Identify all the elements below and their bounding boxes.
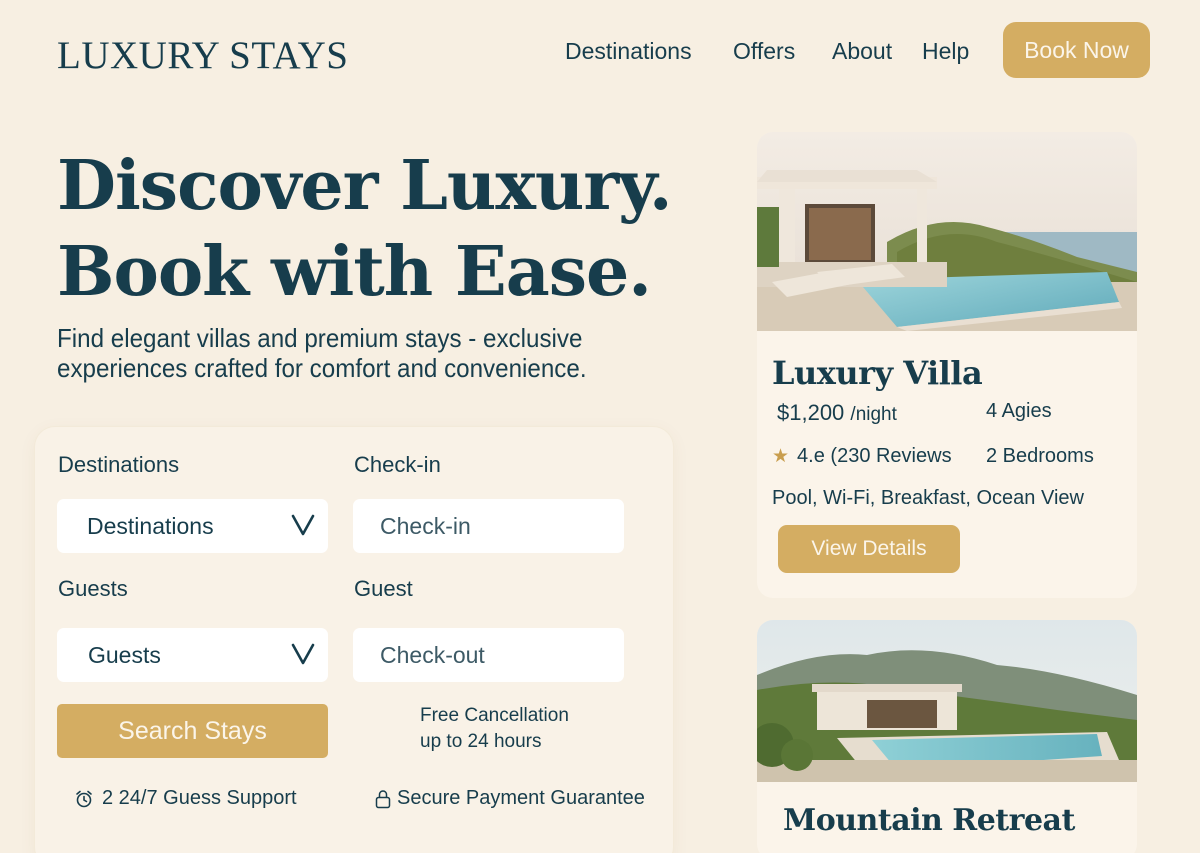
support-feature: 2 24/7 Guess Support bbox=[74, 787, 297, 810]
checkin-placeholder: Check-in bbox=[380, 512, 471, 539]
alarm-clock-icon bbox=[76, 790, 92, 807]
view-details-button[interactable]: View Details bbox=[778, 525, 960, 573]
checkin-input[interactable]: Check-in bbox=[353, 499, 624, 553]
lock-icon bbox=[375, 789, 391, 808]
mountain-retreat-image bbox=[757, 620, 1137, 782]
card-bedrooms: 2 Bedrooms bbox=[986, 445, 1094, 467]
checkout-placeholder: Check-out bbox=[380, 641, 485, 668]
checkout-input[interactable]: Check-out bbox=[353, 628, 624, 682]
checkin-label: Check-in bbox=[354, 452, 441, 477]
card-rating: ★ 4.e (230 Reviews bbox=[772, 445, 952, 468]
hero-subtitle-line-2: experiences crafted for comfort and conv… bbox=[57, 353, 587, 383]
card-price: $1,200 /night bbox=[777, 400, 897, 426]
villa-image bbox=[757, 132, 1137, 331]
hero-title-line-2: Book with Ease. bbox=[57, 232, 652, 312]
secure-payment-feature: Secure Payment Guarantee bbox=[374, 787, 645, 810]
hero-subtitle-line-1: Find elegant villas and premium stays - … bbox=[57, 323, 583, 353]
chevron-down-icon bbox=[291, 514, 315, 536]
guest-label: Guest bbox=[354, 576, 413, 601]
card-guests: 4 Agies bbox=[986, 400, 1052, 422]
free-cancellation-line-1: Free Cancellation bbox=[420, 705, 569, 726]
chevron-down-icon bbox=[291, 643, 315, 665]
search-stays-button[interactable]: Search Stays bbox=[57, 704, 328, 758]
star-icon: ★ bbox=[772, 446, 790, 467]
guests-select-value: Guests bbox=[88, 641, 161, 668]
free-cancellation-line-2: up to 24 hours bbox=[420, 731, 542, 752]
hero-title-line-1: Discover Luxury. bbox=[57, 146, 673, 226]
site-logo[interactable]: LUXURY STAYS bbox=[57, 33, 348, 78]
nav-help[interactable]: Help bbox=[922, 38, 969, 65]
card-title: Luxury Villa bbox=[772, 354, 983, 392]
card-title: Mountain Retreat bbox=[783, 803, 1075, 838]
property-card-mountain-retreat[interactable]: Mountain Retreat bbox=[757, 620, 1137, 853]
guests-select[interactable]: Guests bbox=[57, 628, 328, 682]
card-amenities: Pool, Wi-Fi, Breakfast, Ocean View bbox=[772, 487, 1084, 509]
card-price-value: $1,200 bbox=[777, 400, 845, 425]
property-card-luxury-villa[interactable]: Luxury Villa $1,200 /night 4 Agies ★ 4.e … bbox=[757, 132, 1137, 598]
hero-subtitle: Find elegant villas and premium stays - … bbox=[57, 323, 634, 383]
free-cancellation-note: Free Cancellation up to 24 hours bbox=[420, 703, 640, 755]
destinations-select-value: Destinations bbox=[87, 512, 214, 539]
card-price-unit: /night bbox=[850, 404, 897, 425]
secure-payment-text: Secure Payment Guarantee bbox=[397, 787, 645, 809]
book-now-button[interactable]: Book Now bbox=[1003, 22, 1150, 78]
destinations-label: Destinations bbox=[58, 452, 180, 477]
nav-destinations[interactable]: Destinations bbox=[565, 38, 692, 65]
card-rating-text: 4.e (230 Reviews bbox=[797, 445, 952, 467]
destinations-select[interactable]: Destinations bbox=[57, 499, 328, 553]
nav-offers[interactable]: Offers bbox=[733, 38, 795, 65]
nav-about[interactable]: About bbox=[832, 38, 892, 65]
hero-title: Discover Luxury. Book with Ease. bbox=[57, 143, 673, 315]
guests-label: Guests bbox=[58, 576, 128, 601]
support-text: 2 24/7 Guess Support bbox=[102, 787, 297, 809]
